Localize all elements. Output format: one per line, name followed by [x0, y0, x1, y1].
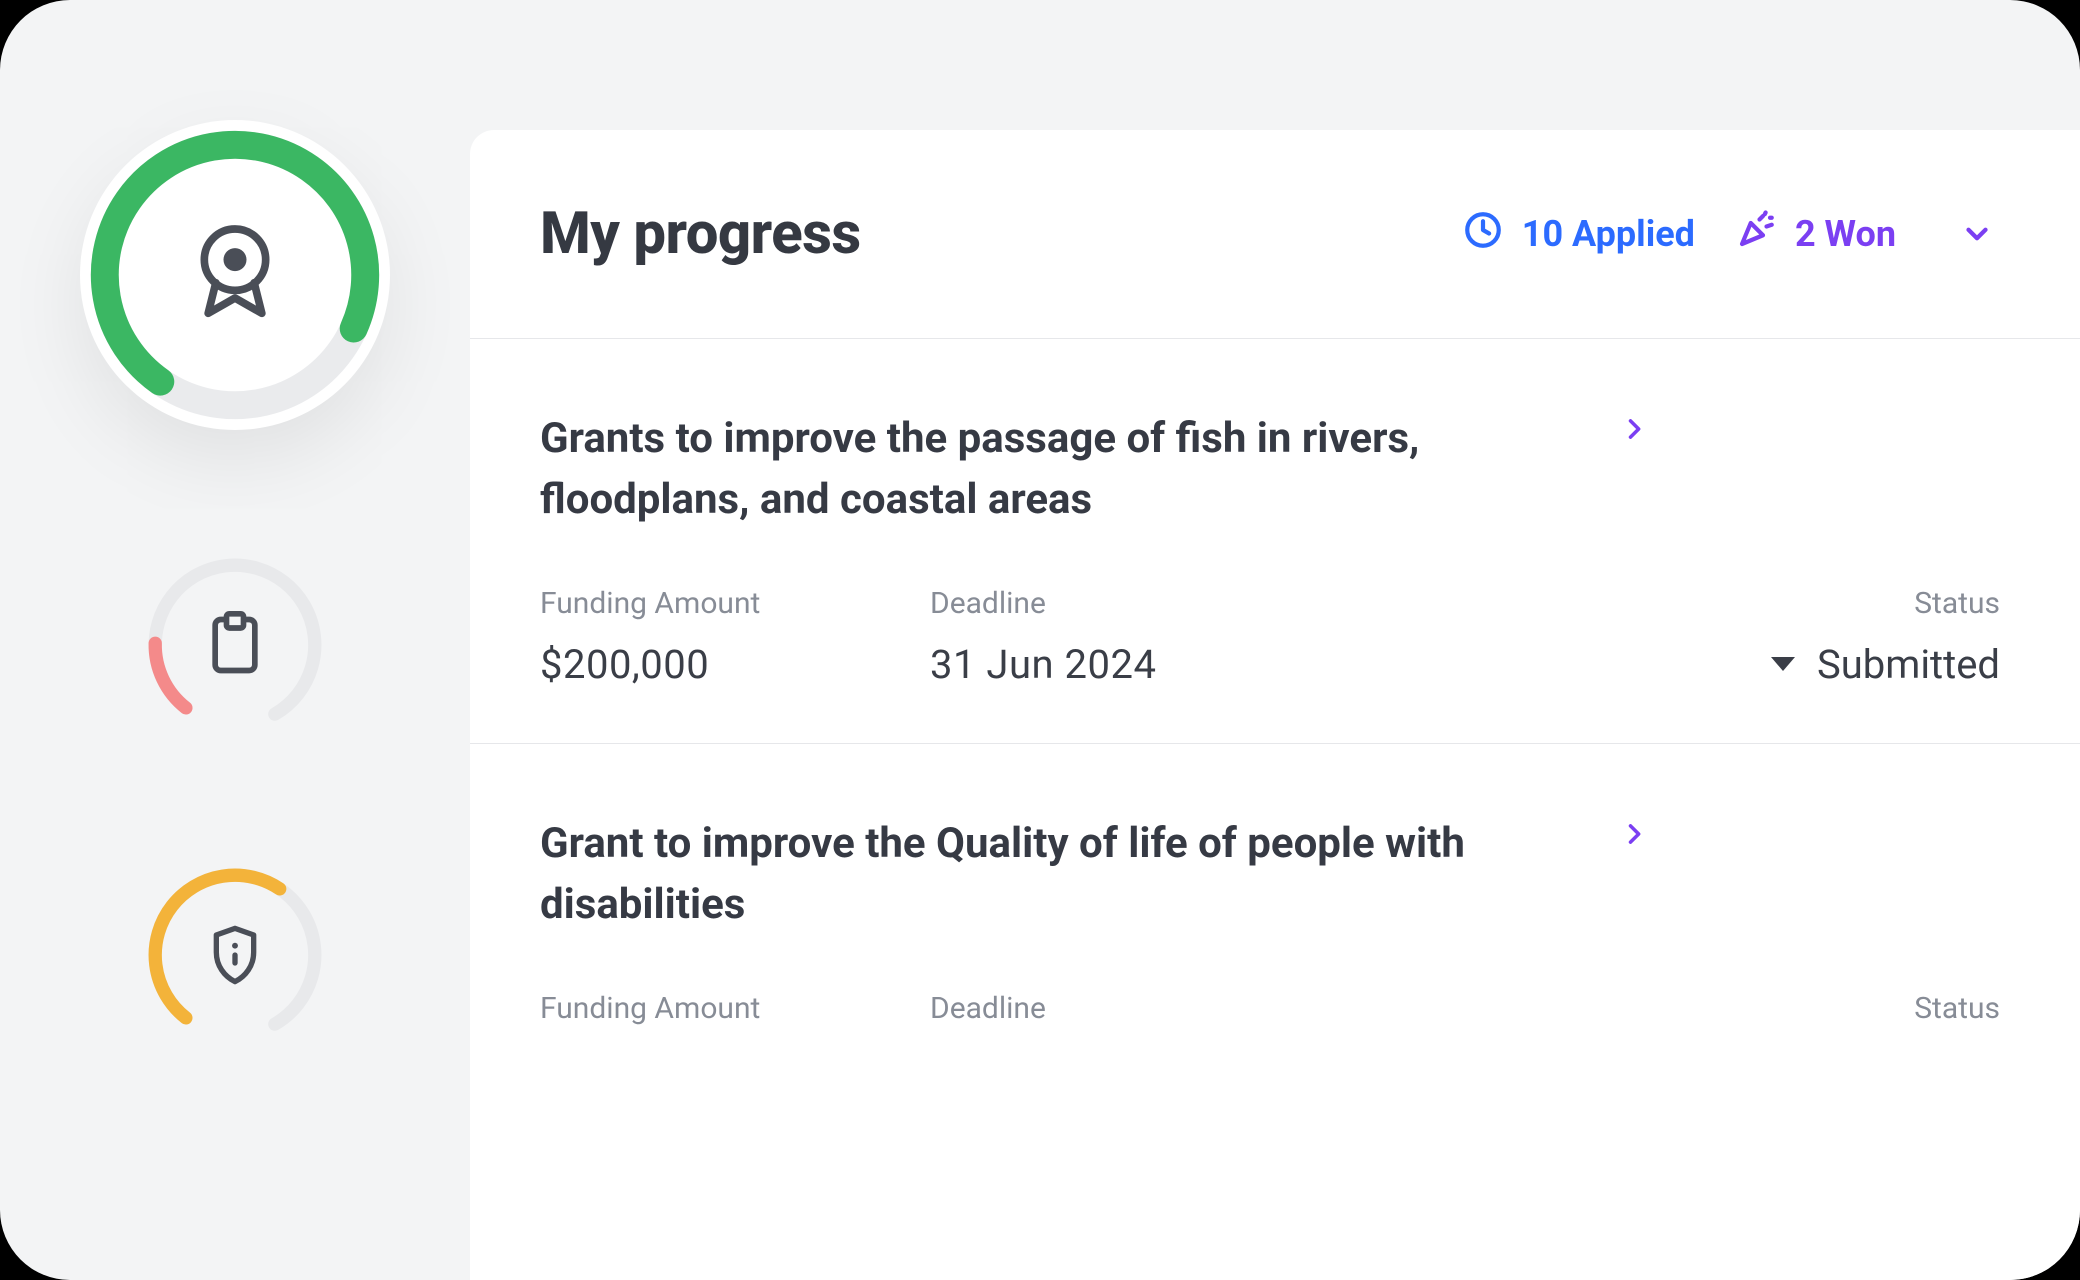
status-label: Status: [1914, 586, 2000, 621]
open-grant-button[interactable]: [1620, 820, 1648, 852]
status-selector[interactable]: Submitted: [1771, 641, 2000, 688]
deadline-label: Deadline: [930, 586, 1430, 621]
app-frame: My progress 10 Applied 2 Won: [0, 0, 2080, 1280]
page-title: My progress: [540, 200, 1422, 268]
status-label: Status: [1914, 991, 2000, 1026]
stat-won[interactable]: 2 Won: [1735, 209, 1896, 260]
sidebar: [0, 0, 470, 1280]
grant-row[interactable]: Grant to improve the Quality of life of …: [470, 744, 2080, 1081]
caret-down-icon: [1771, 657, 1795, 671]
deadline-label: Deadline: [930, 991, 1430, 1026]
main-panel: My progress 10 Applied 2 Won: [470, 130, 2080, 1280]
funding-label: Funding Amount: [540, 991, 930, 1026]
open-grant-button[interactable]: [1620, 415, 1648, 447]
grant-title: Grant to improve the Quality of life of …: [540, 814, 1590, 936]
funding-value: $200,000: [540, 641, 930, 688]
sidebar-item-awards[interactable]: [80, 120, 390, 430]
stat-applied[interactable]: 10 Applied: [1462, 209, 1695, 260]
expand-toggle[interactable]: [1954, 211, 2000, 257]
sidebar-item-clipboard[interactable]: [140, 550, 330, 740]
award-badge-icon: [189, 220, 281, 330]
grant-row[interactable]: Grants to improve the passage of fish in…: [470, 339, 2080, 744]
status-value: Submitted: [1817, 641, 2000, 688]
clipboard-icon: [206, 611, 264, 679]
chevron-down-icon: [1960, 217, 1994, 251]
deadline-value: 31 Jun 2024: [930, 641, 1430, 688]
stat-applied-text: 10 Applied: [1522, 213, 1695, 255]
progress-header: My progress 10 Applied 2 Won: [470, 130, 2080, 339]
confetti-icon: [1735, 209, 1777, 260]
stat-won-text: 2 Won: [1795, 213, 1896, 255]
shield-info-icon: [208, 923, 262, 987]
grant-title: Grants to improve the passage of fish in…: [540, 409, 1590, 531]
funding-label: Funding Amount: [540, 586, 930, 621]
clock-icon: [1462, 209, 1504, 260]
sidebar-item-shield[interactable]: [140, 860, 330, 1050]
chevron-right-icon: [1620, 415, 1648, 443]
chevron-right-icon: [1620, 820, 1648, 848]
